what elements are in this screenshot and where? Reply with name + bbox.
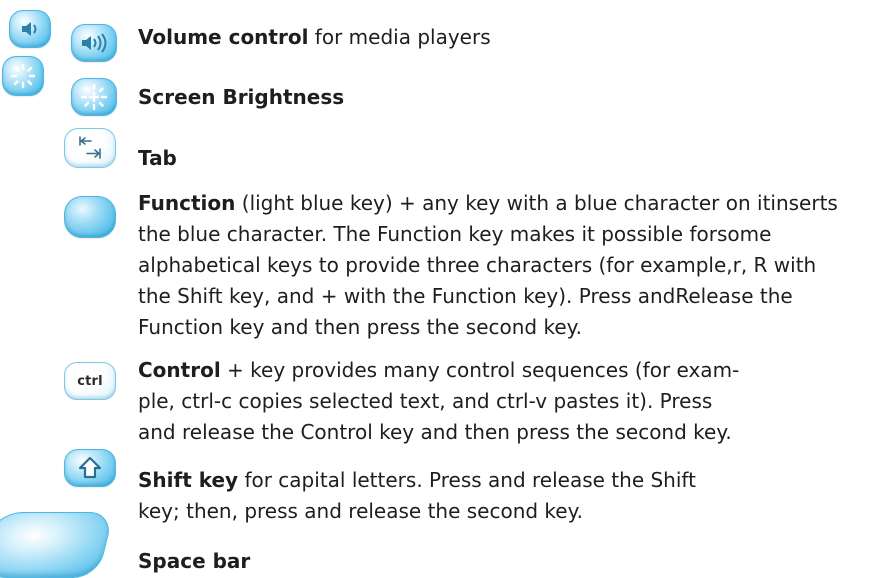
- item-title: Function: [138, 191, 236, 215]
- item-space-bar: Space bar: [138, 546, 250, 577]
- item-description: + key provides many control sequences (f…: [138, 358, 740, 444]
- item-title: Control: [138, 358, 221, 382]
- volume-down-key-icon: [9, 10, 51, 48]
- item-function: Function (light blue key) + any key with…: [138, 188, 838, 343]
- item-control: Control + key provides many control sequ…: [138, 355, 739, 448]
- ctrl-key-label: ctrl: [77, 373, 103, 389]
- item-volume-control: Volume control for media players: [138, 22, 491, 53]
- item-title: Screen Brightness: [138, 85, 345, 109]
- brightness-down-key-icon: [2, 56, 44, 96]
- item-title: Shift key: [138, 468, 239, 492]
- brightness-up-key-icon: [71, 78, 117, 116]
- function-key-icon: [64, 196, 116, 238]
- volume-up-key-icon: [71, 24, 117, 62]
- item-tab: Tab: [138, 143, 177, 174]
- space-bar-key-icon: [0, 512, 115, 578]
- tab-key-icon: [64, 128, 116, 168]
- item-title: Volume control: [138, 25, 309, 49]
- item-title: Tab: [138, 146, 177, 170]
- item-description: (light blue key) + any key with a blue c…: [138, 191, 838, 339]
- shift-key-icon: [64, 449, 116, 487]
- item-description: for media players: [308, 25, 491, 49]
- item-screen-brightness: Screen Brightness: [138, 82, 344, 113]
- item-title: Space bar: [138, 549, 251, 573]
- item-shift: Shift key for capital letters. Press and…: [138, 465, 696, 527]
- ctrl-key-icon: ctrl: [64, 362, 116, 400]
